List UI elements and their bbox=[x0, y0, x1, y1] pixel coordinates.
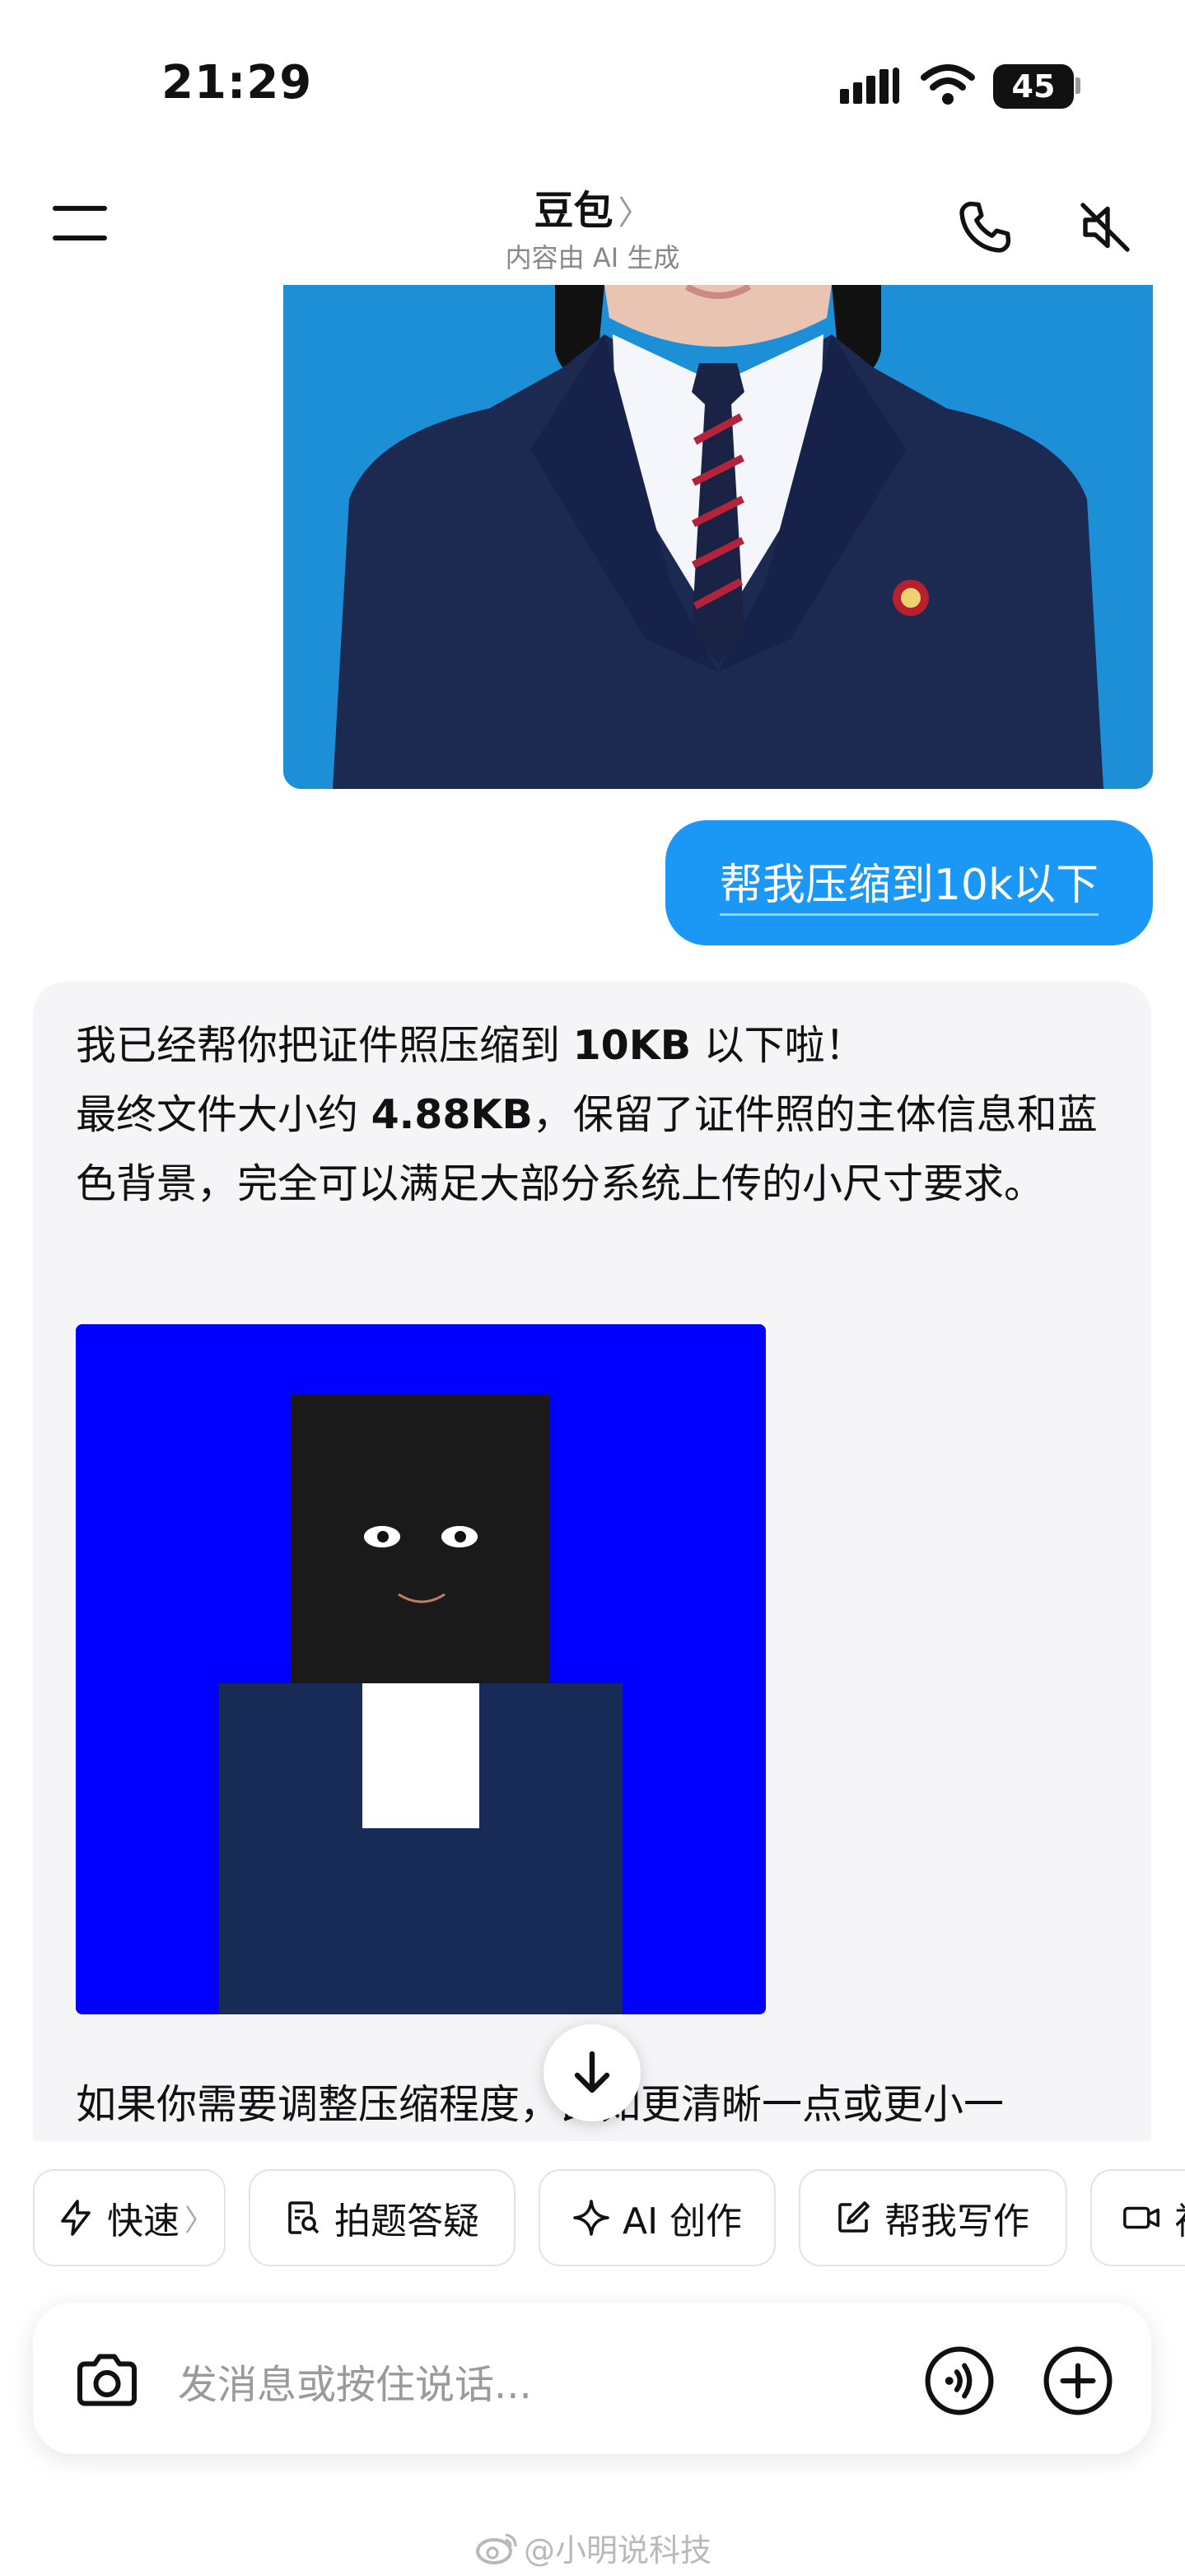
chip-fast-mode[interactable]: 快速〉 bbox=[33, 2169, 226, 2266]
camera-icon[interactable] bbox=[72, 2349, 142, 2415]
edit-icon bbox=[838, 2201, 870, 2233]
scroll-to-bottom-button[interactable] bbox=[544, 2024, 641, 2121]
video-icon bbox=[1123, 2206, 1159, 2229]
arrow-down-icon bbox=[574, 2051, 610, 2093]
ai-text-bold: 10KB bbox=[572, 1022, 692, 1069]
user-message-text: 帮我压缩到10k以下 bbox=[719, 850, 1099, 916]
battery-indicator: 45 bbox=[993, 64, 1074, 109]
plus-icon[interactable] bbox=[1043, 2345, 1113, 2420]
chevron-right-icon: 〉 bbox=[618, 194, 651, 232]
watermark: @小明说科技 bbox=[476, 2525, 711, 2570]
chip-label: AI 创作 bbox=[623, 2200, 743, 2242]
chip-label: 拍题答疑 bbox=[334, 2200, 479, 2242]
chip-help-write[interactable]: 帮我写作 bbox=[799, 2169, 1067, 2266]
voice-call-icon[interactable] bbox=[924, 2345, 995, 2420]
user-message-bubble[interactable]: 帮我压缩到10k以下 bbox=[665, 820, 1153, 945]
ai-response-text: 我已经帮你把证件照压缩到 10KB 以下啦！ 最终文件大小约 4.88KB，保留… bbox=[76, 1011, 1113, 1219]
wifi-icon bbox=[921, 63, 975, 109]
chat-title-label: 豆包 bbox=[534, 188, 613, 234]
message-input[interactable]: 发消息或按住说话... bbox=[178, 2352, 532, 2410]
chip-photo-question[interactable]: 拍题答疑 bbox=[249, 2169, 516, 2266]
compressed-result-image[interactable] bbox=[76, 1324, 766, 2014]
sparkle-icon bbox=[573, 2200, 609, 2236]
ai-text-segment: 我已经帮你把证件照压缩到 bbox=[76, 1022, 573, 1069]
status-time: 21:29 bbox=[161, 56, 313, 110]
ai-text-bold: 4.88KB bbox=[371, 1091, 533, 1138]
user-uploaded-photo[interactable] bbox=[283, 285, 1153, 789]
battery-nub bbox=[1075, 77, 1080, 94]
weibo-logo-icon bbox=[476, 2532, 517, 2564]
watermark-text: @小明说科技 bbox=[524, 2532, 712, 2569]
lightning-icon bbox=[61, 2200, 91, 2236]
chip-ai-creation[interactable]: AI 创作 bbox=[539, 2169, 776, 2266]
doc-search-icon bbox=[288, 2201, 320, 2234]
phone-call-icon[interactable] bbox=[955, 198, 1015, 260]
chip-video[interactable]: 视 bbox=[1090, 2169, 1185, 2266]
ai-text-segment: 最终文件大小约 bbox=[76, 1091, 371, 1138]
ai-text-segment: 以下啦！ bbox=[691, 1022, 865, 1069]
speaker-mute-icon[interactable] bbox=[1075, 198, 1135, 260]
chevron-right-icon: 〉 bbox=[184, 2204, 215, 2238]
chip-label: 帮我写作 bbox=[884, 2200, 1029, 2242]
cellular-signal-icon bbox=[840, 68, 903, 104]
chip-label: 快速 bbox=[107, 2200, 180, 2242]
chip-label: 视 bbox=[1174, 2191, 1185, 2244]
